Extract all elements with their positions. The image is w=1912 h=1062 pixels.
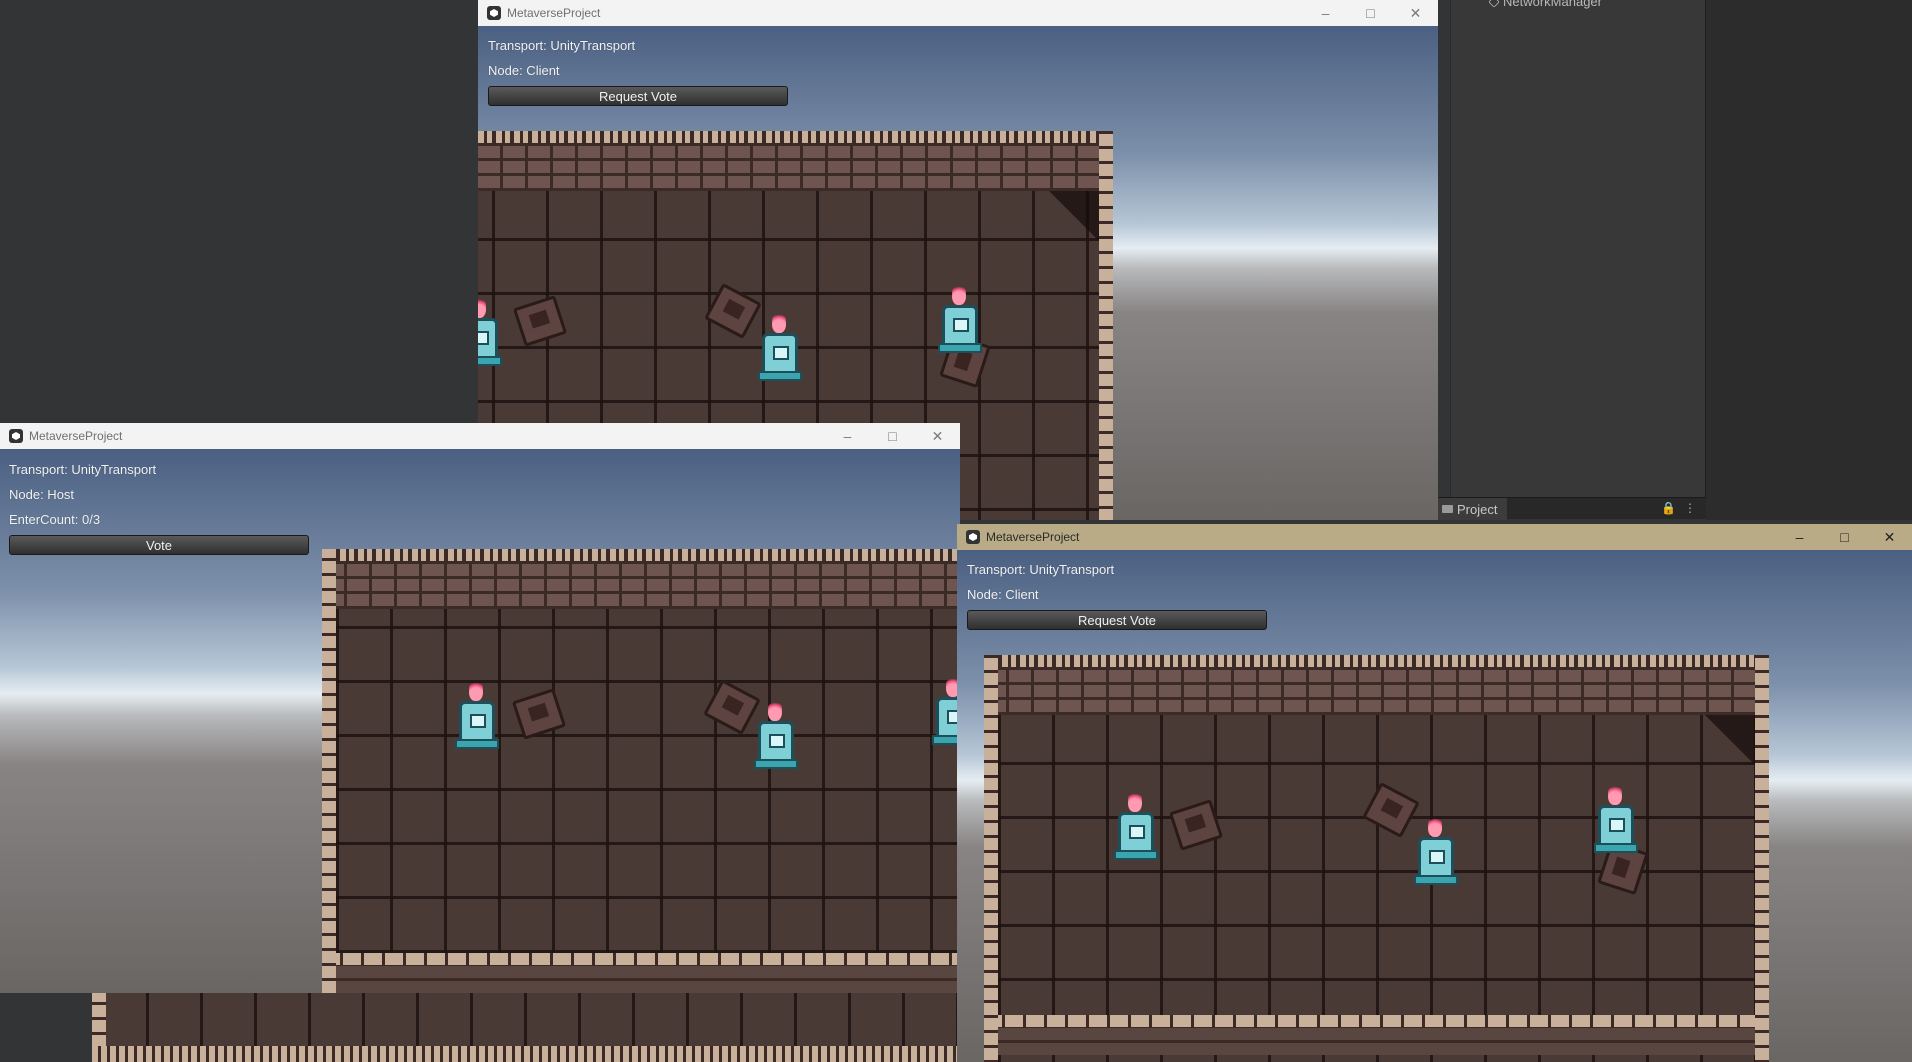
tilemap-board-bottom (92, 993, 960, 1062)
request-vote-button[interactable]: Request Vote (488, 86, 788, 106)
inspector-panel (1706, 0, 1912, 520)
player-avatar (455, 679, 499, 751)
maximize-button[interactable]: □ (870, 423, 915, 449)
window-controls: – □ ✕ (1303, 0, 1438, 26)
tab-project[interactable]: Project (1436, 498, 1508, 520)
window-controls: – □ ✕ (1777, 524, 1912, 550)
minimize-button[interactable]: – (1303, 0, 1348, 26)
corner-shadow (1705, 715, 1755, 765)
game-window-host: MetaverseProject – □ ✕ Transport: UnityT… (0, 423, 960, 993)
board-wall-left (984, 655, 998, 1062)
transport-label: Transport: UnityTransport (9, 462, 157, 477)
lock-icon[interactable]: 🔒 (1661, 501, 1676, 515)
window-title: MetaverseProject (29, 429, 123, 443)
window-title: MetaverseProject (507, 6, 601, 20)
crate-sprite (511, 688, 567, 740)
unity-logo-icon (9, 429, 23, 443)
player-avatar (754, 699, 798, 771)
node-label: Node: Client (488, 63, 560, 78)
board-wall-top (478, 131, 1113, 191)
hierarchy-item-label: NetworkManager (1503, 0, 1602, 9)
player-avatar (1114, 790, 1158, 862)
board-wall-top (322, 549, 960, 609)
window-controls: – □ ✕ (825, 423, 960, 449)
close-button[interactable]: ✕ (915, 423, 960, 449)
board-wall-left (322, 549, 336, 993)
enter-count-label: EnterCount: 0/3 (9, 512, 101, 527)
maximize-button[interactable]: □ (1348, 0, 1393, 26)
crate-sprite (704, 283, 762, 339)
transport-label: Transport: UnityTransport (488, 38, 636, 53)
more-options-icon[interactable]: ⋮ (1684, 501, 1696, 515)
gameobject-icon (1488, 0, 1500, 8)
hierarchy-item-network-manager[interactable]: NetworkManager (1488, 0, 1602, 9)
request-vote-button[interactable]: Request Vote (967, 610, 1267, 630)
game-view: Transport: UnityTransport Node: Host Ent… (0, 449, 960, 993)
close-button[interactable]: ✕ (1867, 524, 1912, 550)
node-label: Node: Client (967, 587, 1039, 602)
minimize-button[interactable]: – (1777, 524, 1822, 550)
vote-button[interactable]: Vote (9, 535, 309, 555)
crate-sprite (512, 295, 568, 347)
tilemap-board (984, 655, 1769, 1062)
close-button[interactable]: ✕ (1393, 0, 1438, 26)
board-wall-bottom (92, 1046, 960, 1062)
window-title: MetaverseProject (986, 530, 1080, 544)
player-avatar (1594, 783, 1638, 855)
crate-sprite (1168, 799, 1224, 851)
board-wall-right (1099, 131, 1113, 520)
folder-icon (1442, 505, 1453, 513)
panel-tools: 🔒 ⋮ (1661, 501, 1696, 515)
board-wall-bottom (984, 1015, 1769, 1055)
window-titlebar[interactable]: MetaverseProject – □ ✕ (478, 0, 1438, 26)
crate-sprite (703, 679, 761, 735)
minimize-button[interactable]: – (825, 423, 870, 449)
crate-sprite (1362, 782, 1420, 838)
corner-shadow (1049, 191, 1099, 241)
project-tab-label: Project (1457, 501, 1498, 517)
project-panel-header: Project 🔒 ⋮ (1436, 497, 1706, 520)
board-wall-right (1755, 655, 1769, 1062)
player-avatar (758, 311, 802, 383)
player-avatar (938, 283, 982, 355)
player-avatar (1414, 815, 1458, 887)
window-titlebar[interactable]: MetaverseProject – □ ✕ (0, 423, 960, 449)
unity-logo-icon (487, 6, 501, 20)
player-avatar (932, 675, 960, 747)
transport-label: Transport: UnityTransport (967, 562, 1115, 577)
player-avatar (478, 296, 502, 368)
board-wall-bottom (322, 953, 960, 993)
game-window-client-right: MetaverseProject – □ ✕ Transport: UnityT… (957, 524, 1912, 1062)
tilemap-board (322, 549, 960, 993)
unity-logo-icon (966, 530, 980, 544)
board-wall-top (984, 655, 1769, 715)
hierarchy-panel: NetworkManager (1450, 0, 1706, 505)
node-label: Node: Host (9, 487, 75, 502)
game-view: Transport: UnityTransport Node: Client R… (957, 550, 1912, 1062)
window-titlebar[interactable]: MetaverseProject – □ ✕ (957, 524, 1912, 550)
maximize-button[interactable]: □ (1822, 524, 1867, 550)
